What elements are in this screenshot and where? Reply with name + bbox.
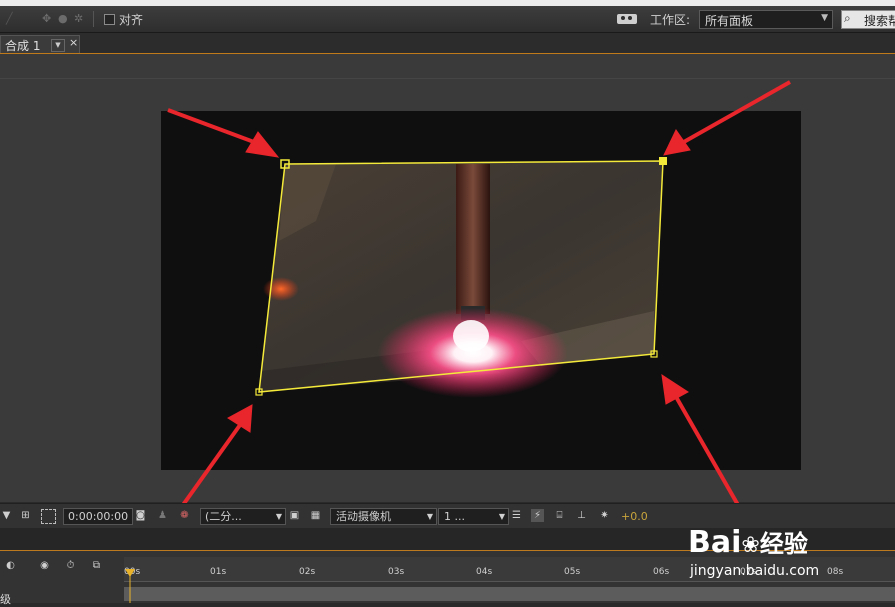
timeline-icon[interactable]: ⌸ — [553, 509, 566, 522]
ruler-tick: 05s — [564, 567, 581, 577]
fast-preview-icon[interactable]: ▣ — [288, 509, 301, 522]
layer-duration-bar[interactable] — [124, 587, 895, 601]
ruler-tick: 02s — [299, 567, 316, 577]
watermark-url: jingyan.baidu.com — [690, 563, 820, 579]
ruler-tick: 06s — [653, 567, 670, 577]
person-icon[interactable]: ♟ — [156, 509, 169, 522]
arrow-top-left — [167, 108, 263, 147]
exposure-value[interactable]: +0.0 — [621, 510, 648, 523]
resolution-value: (二分... — [205, 510, 242, 523]
fast-previews-icon[interactable]: ⚡ — [531, 509, 544, 522]
watermark: Bai❀经验 jingyan.baidu.com — [688, 506, 868, 586]
layer-controls: ◐ ◉ ⏱ ⧉ 级 — [0, 551, 121, 606]
ruler-tick: 01s — [210, 567, 227, 577]
region-of-interest-icon[interactable]: ⊞ — [19, 509, 32, 522]
arrow-head — [245, 131, 280, 158]
resolution-select[interactable]: (二分... ▼ — [200, 508, 286, 525]
watermark-logo: Bai❀经验 — [688, 525, 808, 560]
playhead[interactable] — [124, 557, 136, 603]
chevron-down-icon: ▼ — [498, 512, 505, 521]
arrow-head — [661, 373, 689, 405]
chevron-down-icon: ▼ — [426, 512, 433, 521]
views-value: 1 ... — [444, 510, 465, 523]
draft-3d-icon[interactable]: ◐ — [4, 559, 17, 572]
motion-blur-icon[interactable]: ◉ — [38, 559, 51, 572]
exposure-icon[interactable]: ✷ — [598, 509, 611, 522]
level-label: 级 — [0, 593, 11, 606]
ruler-tick: 03s — [388, 567, 405, 577]
arrow-top-right — [681, 80, 791, 145]
color-channels-icon[interactable]: ❁ — [178, 509, 191, 522]
timecode-field[interactable]: 0:00:00:00 — [63, 508, 133, 525]
camera-select[interactable]: 活动摄像机 ▼ — [330, 508, 437, 525]
chevron-down-icon: ▼ — [275, 512, 282, 521]
toggle-pixel-aspect-icon[interactable]: ☰ — [510, 509, 523, 522]
arrow-bottom-right — [673, 394, 740, 506]
stopwatch-icon[interactable]: ⏱ — [64, 559, 77, 572]
views-select[interactable]: 1 ... ▼ — [438, 508, 509, 525]
camera-value: 活动摄像机 — [336, 510, 391, 523]
paw-icon: ❀ — [741, 533, 760, 558]
graph-editor-icon[interactable]: ⧉ — [90, 559, 103, 572]
play-left-icon[interactable]: ▼ — [0, 509, 13, 522]
grid-icon[interactable]: ▦ — [309, 509, 322, 522]
camera-icon[interactable]: ◙ — [134, 509, 147, 522]
ruler-tick: 04s — [476, 567, 493, 577]
transparency-grid-icon[interactable] — [41, 509, 56, 524]
flowchart-icon[interactable]: ⊥ — [575, 509, 588, 522]
